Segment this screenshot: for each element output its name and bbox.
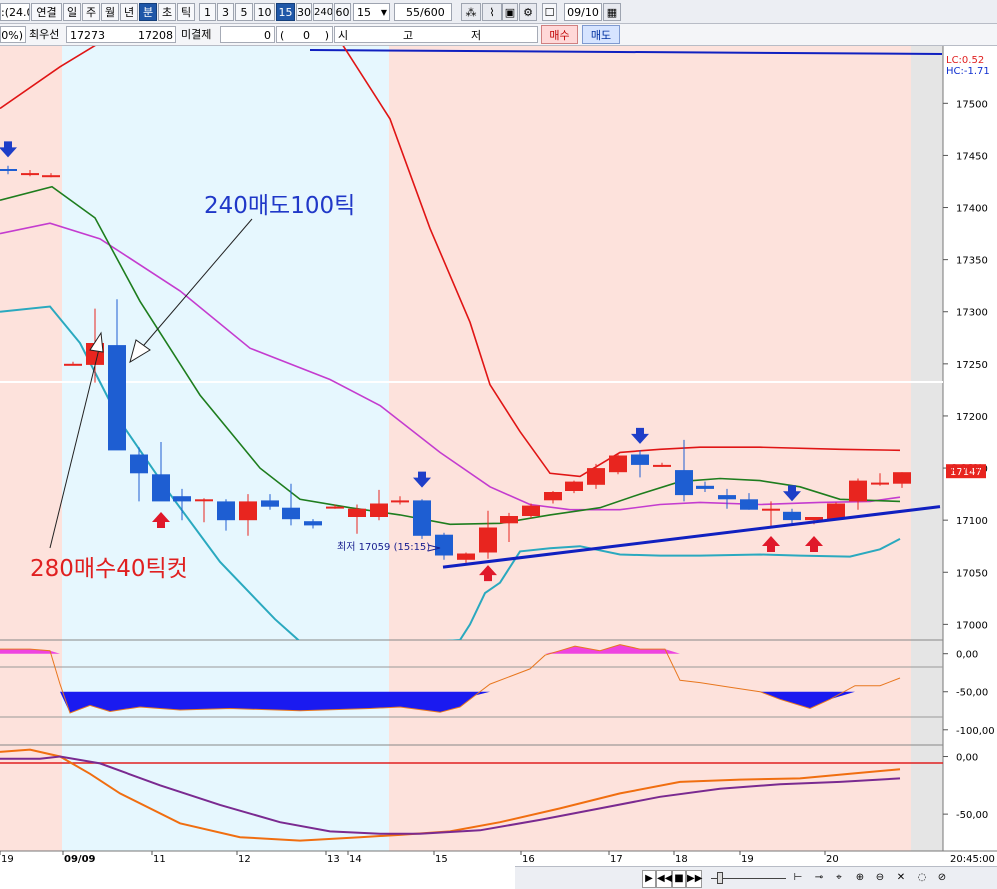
crosshair-icon[interactable]: ⌖ (832, 870, 846, 886)
candle-body (522, 505, 540, 516)
signal-tick-label: -50,00 (956, 810, 988, 821)
candle-body (740, 499, 758, 510)
navigation-bar: ▶ ◀◀ ■ ▶▶ ⊢ ⊸ ⌖ ⊕ ⊖ ✕ ◌ ⊘ (515, 866, 997, 889)
candle-body (696, 485, 714, 489)
candle-body (64, 363, 82, 366)
x-tick-label: 14 (349, 854, 362, 865)
low-point-label: 최저 17059 (15:15) (337, 541, 430, 553)
current-change: 0.06% (951, 463, 983, 474)
annotation-buy: 280매수40틱컷 (30, 556, 188, 582)
osc-tick-label: 0,00 (956, 650, 978, 661)
candle-body (457, 553, 475, 560)
fast-forward-icon[interactable]: ▶▶ (686, 870, 702, 888)
candle-body (413, 500, 431, 536)
signal-tick-label: 0,00 (956, 753, 978, 764)
candle (522, 503, 540, 519)
candle (609, 453, 627, 475)
candle-body (152, 474, 170, 502)
candle-body (217, 501, 235, 521)
x-tick-label: 16 (522, 854, 535, 865)
candle-body (108, 345, 126, 451)
candle-body (783, 511, 801, 521)
zoom-reset-icon[interactable]: ⊢ (791, 870, 805, 886)
x-tick-label: 15 (435, 854, 448, 865)
y-tick-label: 17450 (956, 151, 988, 162)
annotation-sell: 240매도100틱 (204, 193, 355, 219)
x-tick-label: 11 (153, 854, 166, 865)
zoom-out-icon[interactable]: ⊖ (873, 870, 887, 886)
y-tick-label: 17250 (956, 360, 988, 371)
candle-body (871, 482, 889, 485)
session-bg-pink-left (0, 46, 62, 851)
y-tick-label: 17050 (956, 568, 988, 579)
candle-body (893, 472, 911, 484)
candle (413, 499, 431, 539)
x-tick-label: 09/09 (64, 854, 96, 865)
candle-body (326, 506, 344, 509)
y-tick-label: 17200 (956, 412, 988, 423)
candle-body (173, 496, 191, 502)
candle-body (282, 507, 300, 520)
x-tick-label: 17 (610, 854, 623, 865)
x-tick-label: 18 (675, 854, 688, 865)
osc-tick-label: -50,00 (956, 688, 988, 699)
link-icon[interactable]: ⊸ (812, 870, 826, 886)
candle-body (631, 454, 649, 465)
y-tick-label: 17350 (956, 256, 988, 267)
settings-icon[interactable]: ◌ (915, 870, 929, 886)
zoom-in-icon[interactable]: ⊕ (853, 870, 867, 886)
candle-body (261, 500, 279, 507)
x-tick-label: 12 (238, 854, 251, 865)
y-tick-label: 17100 (956, 516, 988, 527)
close-icon[interactable]: ✕ (894, 870, 908, 886)
candle-body (544, 492, 562, 501)
x-axis: 19 09/09 11 12 13 14 15 16 17 18 19 20 (0, 851, 839, 865)
candle-body (348, 508, 366, 517)
candle-body (587, 468, 605, 485)
y-tick-label: 17300 (956, 308, 988, 319)
candle-body (0, 169, 17, 171)
y-tick-label: 17400 (956, 204, 988, 215)
candle-body (21, 173, 39, 176)
candle-body (42, 175, 60, 178)
x-tick-label: 20 (826, 854, 839, 865)
candle-body (609, 455, 627, 473)
play-icon[interactable]: ▶ (642, 870, 656, 888)
candle-body (391, 500, 409, 503)
hc-label: HC:-1.71 (946, 66, 990, 77)
candle-body (195, 499, 213, 502)
candle-body (805, 517, 823, 521)
slider-handle[interactable] (717, 872, 723, 884)
candle (827, 502, 845, 520)
candle-body (304, 521, 322, 526)
y-axis-area (943, 46, 997, 866)
x-tick-label: 19 (1, 854, 14, 865)
rewind-icon[interactable]: ◀◀ (656, 870, 672, 888)
candle-body (653, 464, 671, 467)
candle-body (827, 503, 845, 520)
candle-body (435, 534, 453, 556)
candle-body (500, 516, 518, 524)
x-tick-label: 13 (327, 854, 340, 865)
candle-body (565, 481, 583, 491)
candle-body (479, 527, 497, 553)
lc-label: LC:0.52 (946, 55, 984, 66)
candle-body (718, 495, 736, 500)
future-area (911, 46, 943, 851)
osc-tick-label: -100,00 (956, 726, 995, 737)
price-chart[interactable]: 1700017050171001715017200172501730017350… (0, 0, 997, 889)
y-tick-label: 17000 (956, 620, 988, 631)
x-tick-label: 19 (741, 854, 754, 865)
nav-icon[interactable]: ⊘ (935, 870, 949, 886)
candle-body (239, 501, 257, 521)
candle-body (370, 503, 388, 517)
candle-body (762, 508, 780, 511)
candle-body (675, 470, 693, 496)
candle-body (849, 480, 867, 502)
stop-icon[interactable]: ■ (672, 870, 686, 888)
scroll-slider[interactable] (711, 870, 786, 886)
candle-body (130, 454, 148, 474)
y-tick-label: 17500 (956, 99, 988, 110)
time-label: 20:45:00 (950, 854, 995, 865)
